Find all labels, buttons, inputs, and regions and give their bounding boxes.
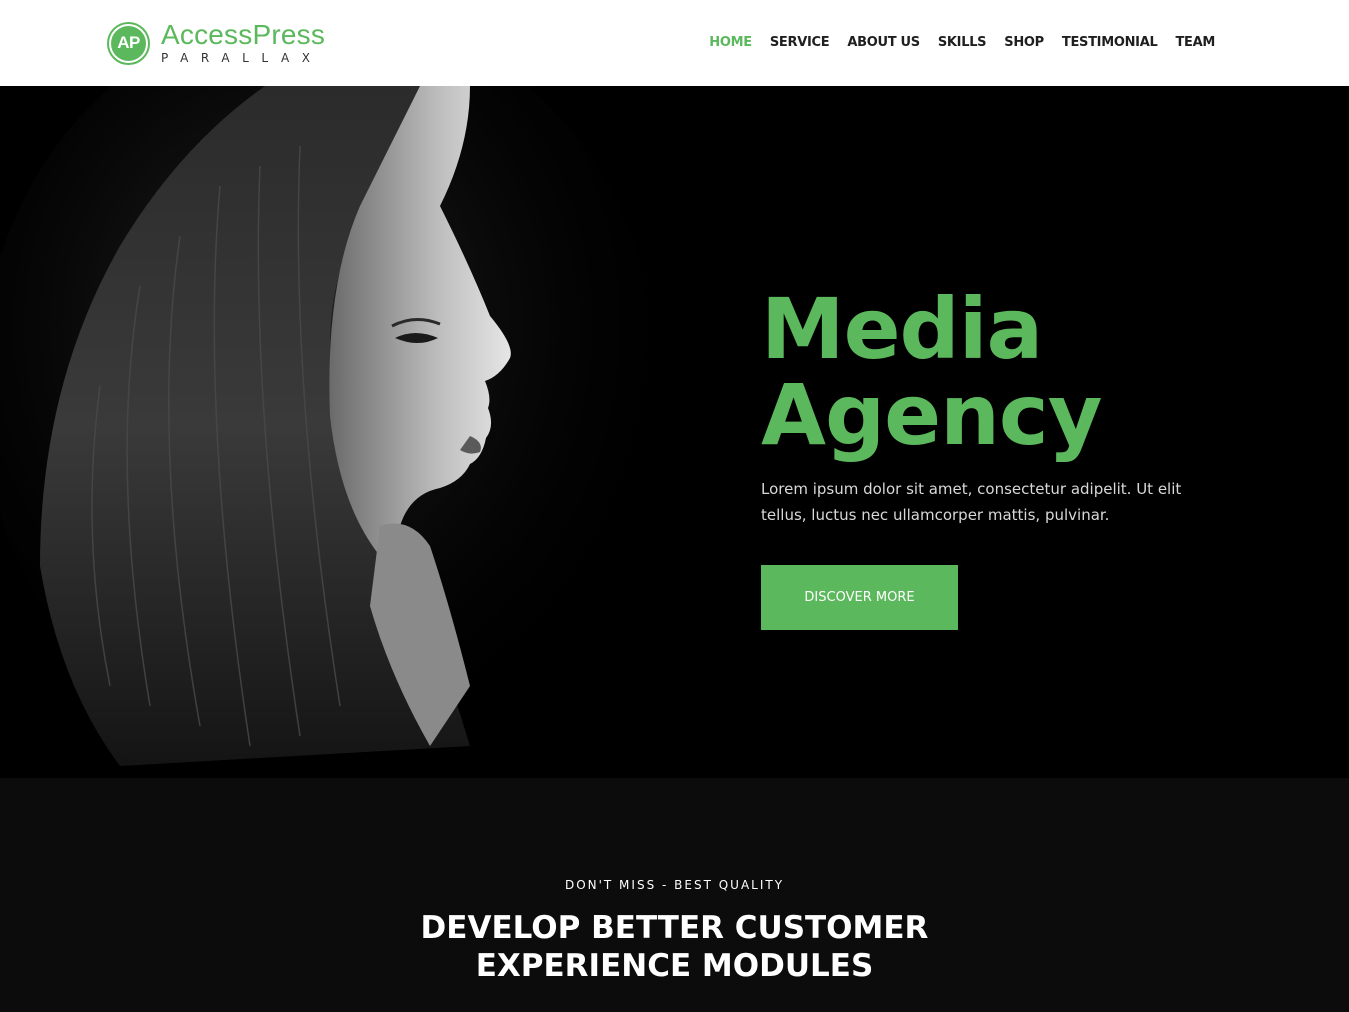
section-title: DEVELOP BETTER CUSTOMER EXPERIENCE MODUL… [0,909,1349,985]
hero-content: Media Agency Lorem ipsum dolor sit amet,… [761,286,1211,630]
section-title-line-2: EXPERIENCE MODULES [475,948,874,984]
site-header: AP AccessPress PARALLAX HOME SERVICE ABO… [0,0,1349,86]
logo-wordmark: AccessPress PARALLAX [161,19,326,66]
hero-portrait-image [0,86,760,778]
hero-banner: Media Agency Lorem ipsum dolor sit amet,… [0,86,1349,778]
main-nav: HOME SERVICE ABOUT US SKILLS SHOP TESTIM… [709,35,1215,50]
discover-more-button[interactable]: DISCOVER MORE [761,565,958,630]
logo-tagline: PARALLAX [161,51,323,65]
hero-title-line-1: Media [761,280,1043,378]
section-eyebrow: DON'T MISS - BEST QUALITY [564,878,785,892]
nav-item-shop[interactable]: SHOP [1004,35,1044,50]
logo-name: AccessPress [161,19,326,50]
nav-item-skills[interactable]: SKILLS [938,35,987,50]
nav-item-testimonial[interactable]: TESTIMONIAL [1062,35,1158,50]
logo-badge-icon: AP [107,21,150,65]
nav-item-home[interactable]: HOME [709,35,752,50]
features-intro-section: DON'T MISS - BEST QUALITY DEVELOP BETTER… [0,778,1349,1012]
section-title-line-1: DEVELOP BETTER CUSTOMER [420,910,929,946]
logo-badge-text: AP [111,25,146,61]
hero-title-line-2: Agency [761,366,1102,464]
hero-title: Media Agency [761,286,1211,458]
hero-description: Lorem ipsum dolor sit amet, consectetur … [761,480,1182,524]
nav-item-service[interactable]: SERVICE [770,35,830,50]
site-logo[interactable]: AP AccessPress PARALLAX [107,21,325,65]
nav-item-team[interactable]: TEAM [1175,35,1215,50]
nav-item-about-us[interactable]: ABOUT US [847,35,920,50]
